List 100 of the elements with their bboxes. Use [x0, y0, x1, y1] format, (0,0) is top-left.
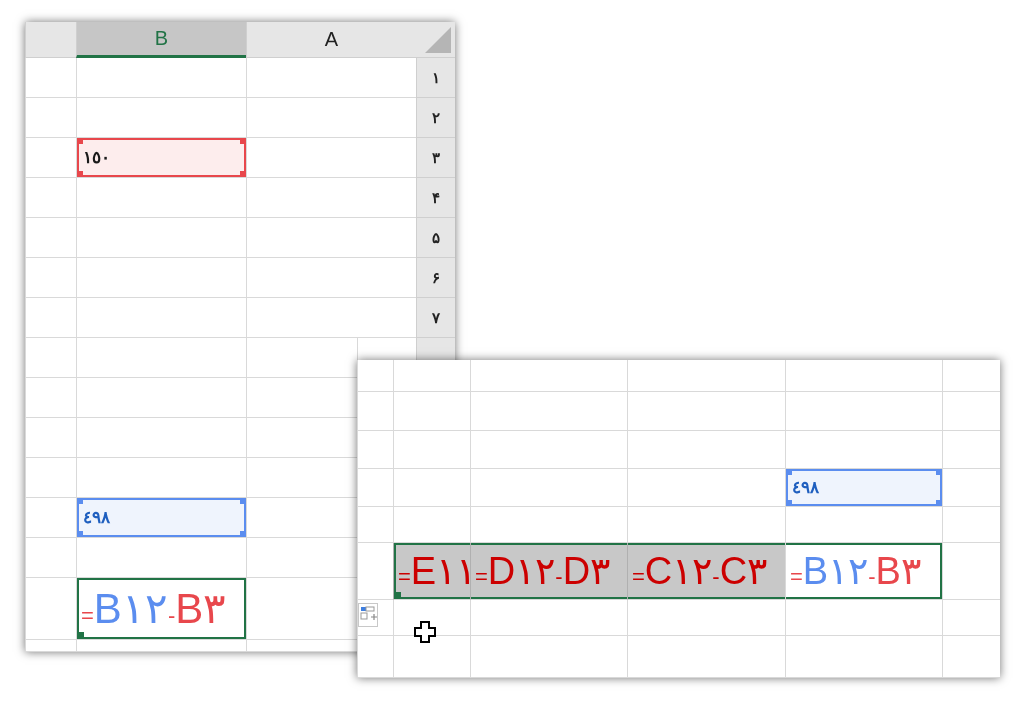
sheet-cell[interactable] — [25, 98, 76, 138]
sheet-cell[interactable] — [942, 600, 1000, 636]
sheet-cell[interactable] — [25, 640, 76, 652]
sheet-cell[interactable] — [76, 258, 246, 298]
sheet-cell[interactable] — [246, 498, 357, 538]
sheet-cell[interactable] — [785, 431, 942, 469]
row-header[interactable]: ۵ — [416, 218, 455, 258]
sheet-cell[interactable] — [785, 392, 942, 431]
sheet-cell[interactable] — [246, 578, 357, 640]
sheet-cell[interactable] — [470, 636, 627, 678]
sheet-cell[interactable] — [942, 392, 1000, 431]
sheet-cell[interactable] — [246, 258, 416, 298]
sheet-cell[interactable] — [627, 392, 785, 431]
sheet-cell[interactable] — [942, 636, 1000, 678]
row-header[interactable]: ۶ — [416, 258, 455, 298]
sheet-cell[interactable] — [25, 218, 76, 258]
sheet-cell[interactable] — [357, 543, 393, 600]
sheet-cell[interactable] — [246, 98, 416, 138]
sheet-cell[interactable] — [25, 458, 76, 498]
sheet-cell[interactable] — [942, 431, 1000, 469]
sheet-cell[interactable] — [357, 507, 393, 543]
formula-cell[interactable]: D۳- D۱۲= — [470, 543, 627, 600]
row-header[interactable]: ۴ — [416, 178, 455, 218]
formula-cell[interactable]: B۳- B۱۲= — [785, 543, 942, 600]
sheet-cell[interactable] — [76, 378, 246, 418]
sheet-cell[interactable] — [246, 418, 357, 458]
sheet-cell[interactable] — [627, 636, 785, 678]
formula-cell[interactable]: B۳- B۱۲= — [76, 578, 246, 640]
sheet-cell[interactable] — [785, 507, 942, 543]
sheet-cell[interactable] — [627, 507, 785, 543]
sheet-cell[interactable] — [25, 258, 76, 298]
highlighted-cell[interactable]: ٤٩٨ — [785, 469, 942, 507]
sheet-cell[interactable] — [627, 469, 785, 507]
highlighted-cell[interactable]: ٤٩٨ — [76, 498, 246, 538]
sheet-cell[interactable] — [627, 600, 785, 636]
row-header[interactable]: ۱ — [416, 58, 455, 98]
column-header[interactable]: A — [246, 22, 416, 58]
sheet-cell[interactable] — [25, 58, 76, 98]
sheet-cell[interactable] — [25, 338, 76, 378]
sheet-cell[interactable] — [25, 378, 76, 418]
sheet-cell[interactable] — [357, 636, 393, 678]
sheet-cell[interactable] — [246, 218, 416, 258]
row-header[interactable] — [416, 338, 455, 360]
column-header[interactable] — [25, 22, 76, 58]
sheet-cell[interactable] — [627, 431, 785, 469]
sheet-cell[interactable] — [246, 378, 357, 418]
sheet-cell[interactable] — [25, 298, 76, 338]
sheet-cell[interactable] — [393, 600, 470, 636]
sheet-cell[interactable] — [25, 138, 76, 178]
sheet-cell[interactable] — [25, 538, 76, 578]
sheet-cell[interactable] — [785, 600, 942, 636]
sheet-cell[interactable] — [76, 338, 246, 378]
sheet-cell[interactable] — [393, 469, 470, 507]
sheet-cell[interactable] — [470, 600, 627, 636]
select-all-icon[interactable] — [425, 27, 451, 53]
sheet-cell[interactable] — [470, 469, 627, 507]
sheet-cell[interactable] — [246, 58, 416, 98]
sheet-cell[interactable] — [470, 507, 627, 543]
paste-options-icon[interactable] — [358, 603, 378, 627]
sheet-cell[interactable] — [76, 458, 246, 498]
sheet-cell[interactable] — [357, 431, 393, 469]
sheet-cell[interactable] — [942, 543, 1000, 600]
row-header[interactable]: ۷ — [416, 298, 455, 338]
formula-cell[interactable]: C۳- C۱۲= — [627, 543, 785, 600]
row-header[interactable]: ۳ — [416, 138, 455, 178]
sheet-cell[interactable] — [76, 538, 246, 578]
sheet-cell[interactable] — [76, 640, 246, 652]
highlighted-cell[interactable]: ١٥٠ — [76, 138, 246, 178]
sheet-cell[interactable] — [357, 469, 393, 507]
sheet-cell[interactable] — [76, 418, 246, 458]
sheet-cell[interactable] — [25, 418, 76, 458]
sheet-cell[interactable] — [25, 578, 76, 640]
sheet-cell[interactable] — [393, 636, 470, 678]
sheet-cell[interactable] — [76, 298, 246, 338]
sheet-cell[interactable] — [785, 636, 942, 678]
sheet-cell[interactable] — [393, 360, 470, 392]
sheet-cell[interactable] — [785, 360, 942, 392]
sheet-cell[interactable] — [246, 298, 416, 338]
sheet-cell[interactable] — [357, 360, 393, 392]
sheet-cell[interactable] — [246, 640, 357, 652]
sheet-cell[interactable] — [76, 58, 246, 98]
sheet-cell[interactable] — [470, 392, 627, 431]
sheet-cell[interactable] — [76, 218, 246, 258]
sheet-cell[interactable] — [942, 507, 1000, 543]
sheet-cell[interactable] — [470, 360, 627, 392]
formula-cell[interactable]: E۱۱= — [393, 543, 470, 600]
sheet-cell[interactable] — [76, 98, 246, 138]
sheet-cell[interactable] — [393, 431, 470, 469]
sheet-cell[interactable] — [627, 360, 785, 392]
sheet-cell[interactable] — [393, 392, 470, 431]
sheet-cell[interactable] — [246, 338, 357, 378]
sheet-cell[interactable] — [25, 178, 76, 218]
sheet-cell[interactable] — [246, 538, 357, 578]
sheet-cell[interactable] — [393, 507, 470, 543]
sheet-cell[interactable] — [246, 138, 416, 178]
sheet-cell[interactable] — [246, 178, 416, 218]
sheet-cell[interactable] — [76, 178, 246, 218]
row-header[interactable]: ۲ — [416, 98, 455, 138]
sheet-cell[interactable] — [942, 469, 1000, 507]
sheet-cell[interactable] — [357, 392, 393, 431]
